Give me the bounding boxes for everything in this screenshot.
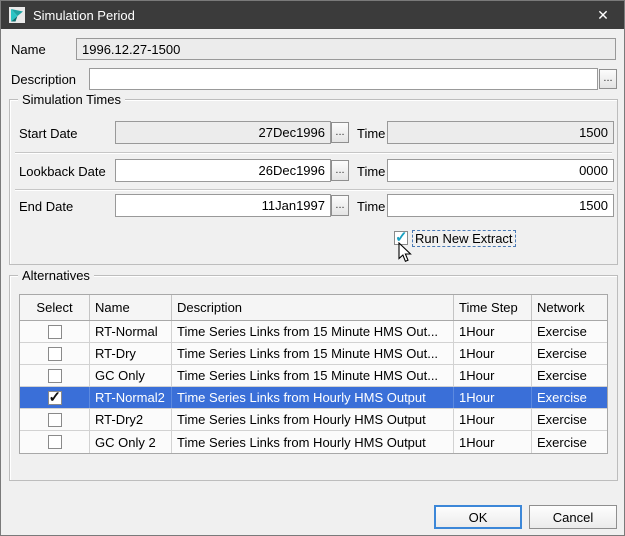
description-cell: Time Series Links from Hourly HMS Output (172, 409, 454, 430)
end-time-label: Time (357, 199, 386, 214)
col-header-time-step[interactable]: Time Step (454, 295, 532, 320)
row-select-checkbox[interactable] (47, 412, 62, 427)
simulation-period-dialog: Simulation Period ✕ Name 1996.12.27-1500… (0, 0, 625, 536)
lookback-date-field[interactable]: 26Dec1996 (115, 159, 331, 182)
description-browse-button[interactable]: ... (599, 69, 617, 89)
description-label: Description (11, 72, 77, 87)
table-row[interactable]: RT-Dry Time Series Links from 15 Minute … (20, 343, 607, 365)
name-cell: RT-Normal (90, 321, 172, 342)
col-header-select[interactable]: Select (20, 295, 90, 320)
network-cell: Exercise (537, 346, 587, 361)
start-date-picker-button[interactable]: ... (331, 122, 349, 143)
name-cell: RT-Dry (90, 343, 172, 364)
select-cell (20, 343, 90, 364)
end-date-field[interactable]: 11Jan1997 (115, 194, 331, 217)
row-select-checkbox[interactable] (47, 435, 62, 449)
time-step-cell: 1Hour (454, 431, 532, 453)
table-row[interactable]: GC Only Time Series Links from 15 Minute… (20, 365, 607, 387)
row-select-checkbox[interactable] (47, 346, 62, 361)
end-date-label: End Date (19, 199, 74, 214)
description-cell: Time Series Links from Hourly HMS Output (172, 431, 454, 453)
time-step-cell: 1Hour (454, 409, 532, 430)
end-date-picker-button[interactable]: ... (331, 195, 349, 216)
cancel-button[interactable]: Cancel (529, 505, 617, 529)
window-title: Simulation Period (33, 7, 135, 23)
table-row[interactable]: RT-Normal Time Series Links from 15 Minu… (20, 321, 607, 343)
network-cell: Exercise (537, 390, 587, 405)
col-header-description[interactable]: Description (172, 295, 454, 320)
alternatives-table: Select Name Description Time Step Networ… (19, 294, 608, 454)
time-step-cell: 1Hour (454, 343, 532, 364)
select-cell (20, 431, 90, 453)
description-cell: Time Series Links from Hourly HMS Output (172, 387, 454, 408)
table-row-selected[interactable]: RT-Normal2 Time Series Links from Hourly… (20, 387, 607, 409)
row-select-checkbox[interactable] (47, 324, 62, 339)
description-cell: Time Series Links from 15 Minute HMS Out… (172, 343, 454, 364)
lookback-date-picker-button[interactable]: ... (331, 160, 349, 181)
col-header-name[interactable]: Name (90, 295, 172, 320)
lookback-time-label: Time (357, 164, 386, 179)
alternatives-legend: Alternatives (18, 268, 94, 283)
start-date-field[interactable]: 27Dec1996 (115, 121, 331, 144)
name-cell: RT-Normal2 (90, 387, 172, 408)
name-field[interactable]: 1996.12.27-1500 (76, 38, 616, 60)
time-step-cell: 1Hour (454, 365, 532, 386)
separator (15, 152, 612, 153)
col-header-network[interactable]: Network (532, 295, 607, 320)
table-row[interactable]: GC Only 2 Time Series Links from Hourly … (20, 431, 607, 453)
description-cell: Time Series Links from 15 Minute HMS Out… (172, 365, 454, 386)
start-time-field[interactable]: 1500 (387, 121, 614, 144)
name-label: Name (11, 42, 46, 57)
start-time-label: Time (357, 126, 386, 141)
name-cell: GC Only 2 (90, 431, 172, 453)
table-row[interactable]: RT-Dry2 Time Series Links from Hourly HM… (20, 409, 607, 431)
network-cell: Exercise (537, 368, 587, 383)
select-cell (20, 409, 90, 430)
start-date-label: Start Date (19, 126, 78, 141)
title-bar[interactable]: Simulation Period ✕ (1, 1, 624, 29)
lookback-date-label: Lookback Date (19, 164, 106, 179)
select-cell (20, 387, 90, 408)
ok-button[interactable]: OK (434, 505, 522, 529)
time-step-cell: 1Hour (454, 321, 532, 342)
description-cell: Time Series Links from 15 Minute HMS Out… (172, 321, 454, 342)
end-time-field[interactable]: 1500 (387, 194, 614, 217)
select-cell (20, 365, 90, 386)
row-select-checkbox[interactable] (47, 388, 62, 406)
separator (15, 189, 612, 190)
table-header-row: Select Name Description Time Step Networ… (20, 295, 607, 321)
description-input[interactable] (89, 68, 598, 90)
app-icon (9, 7, 25, 23)
name-cell: GC Only (90, 365, 172, 386)
run-new-extract-label[interactable]: Run New Extract (412, 230, 516, 247)
network-cell: Exercise (537, 412, 587, 427)
time-step-cell: 1Hour (454, 387, 532, 408)
network-cell: Exercise (537, 434, 587, 450)
run-new-extract-checkbox[interactable] (394, 228, 408, 246)
simulation-times-legend: Simulation Times (18, 92, 125, 107)
lookback-time-field[interactable]: 0000 (387, 159, 614, 182)
network-cell: Exercise (537, 324, 587, 339)
close-icon[interactable]: ✕ (582, 1, 624, 29)
row-select-checkbox[interactable] (47, 368, 62, 383)
name-cell: RT-Dry2 (90, 409, 172, 430)
select-cell (20, 321, 90, 342)
